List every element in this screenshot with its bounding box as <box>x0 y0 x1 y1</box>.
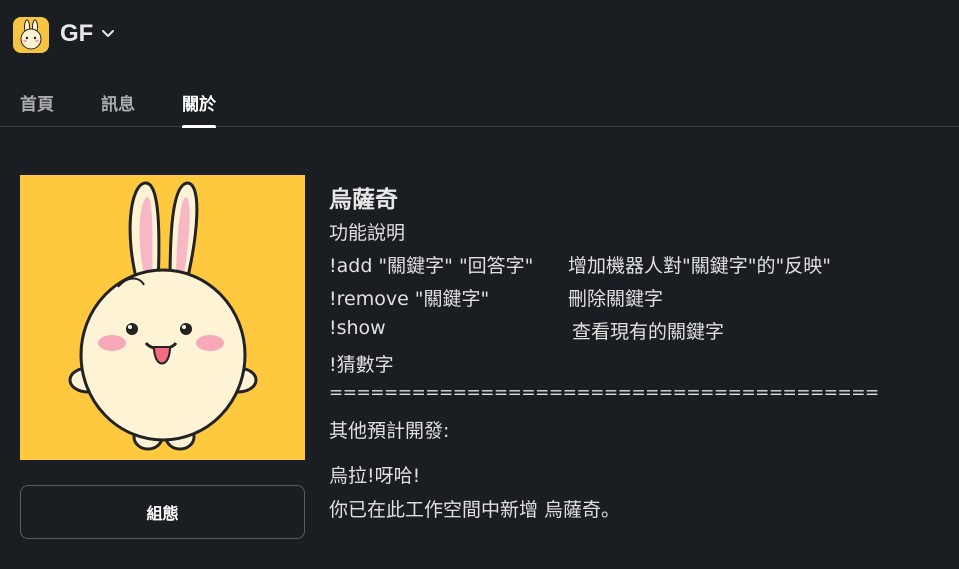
command-guess: !猜數字 <box>329 354 394 376</box>
workspace-header: GF <box>0 0 959 72</box>
workspace-name[interactable]: GF <box>60 20 93 48</box>
tab-bar: 首頁 訊息 關於 <box>0 80 959 128</box>
command-add-effect: 增加機器人對"關鍵字"的"反映" <box>568 255 831 277</box>
tab-home[interactable]: 首頁 <box>20 90 54 127</box>
command-remove-effect: 刪除關鍵字 <box>568 288 664 310</box>
added-note: 你已在此工作空間中新增 烏薩奇。 <box>329 499 621 521</box>
tab-messages[interactable]: 訊息 <box>101 90 135 127</box>
description-heading: 功能說明 <box>329 222 406 244</box>
command-show-effect: 查看現有的關鍵字 <box>572 321 725 343</box>
tab-about[interactable]: 關於 <box>182 90 216 128</box>
divider-line: ======================================== <box>329 383 879 403</box>
bot-name: 烏薩奇 <box>329 187 398 213</box>
command-remove: !remove "關鍵字" <box>329 288 490 310</box>
app-icon[interactable] <box>13 17 49 53</box>
command-show: !show <box>329 317 386 339</box>
config-button[interactable]: 組態 <box>20 485 305 539</box>
greeting: 烏拉!呀哈! <box>329 465 421 487</box>
future-development: 其他預計開發: <box>329 420 450 442</box>
chevron-down-icon[interactable] <box>100 26 116 42</box>
command-add: !add "關鍵字" "回答字" <box>329 255 534 277</box>
bot-avatar <box>20 175 305 460</box>
